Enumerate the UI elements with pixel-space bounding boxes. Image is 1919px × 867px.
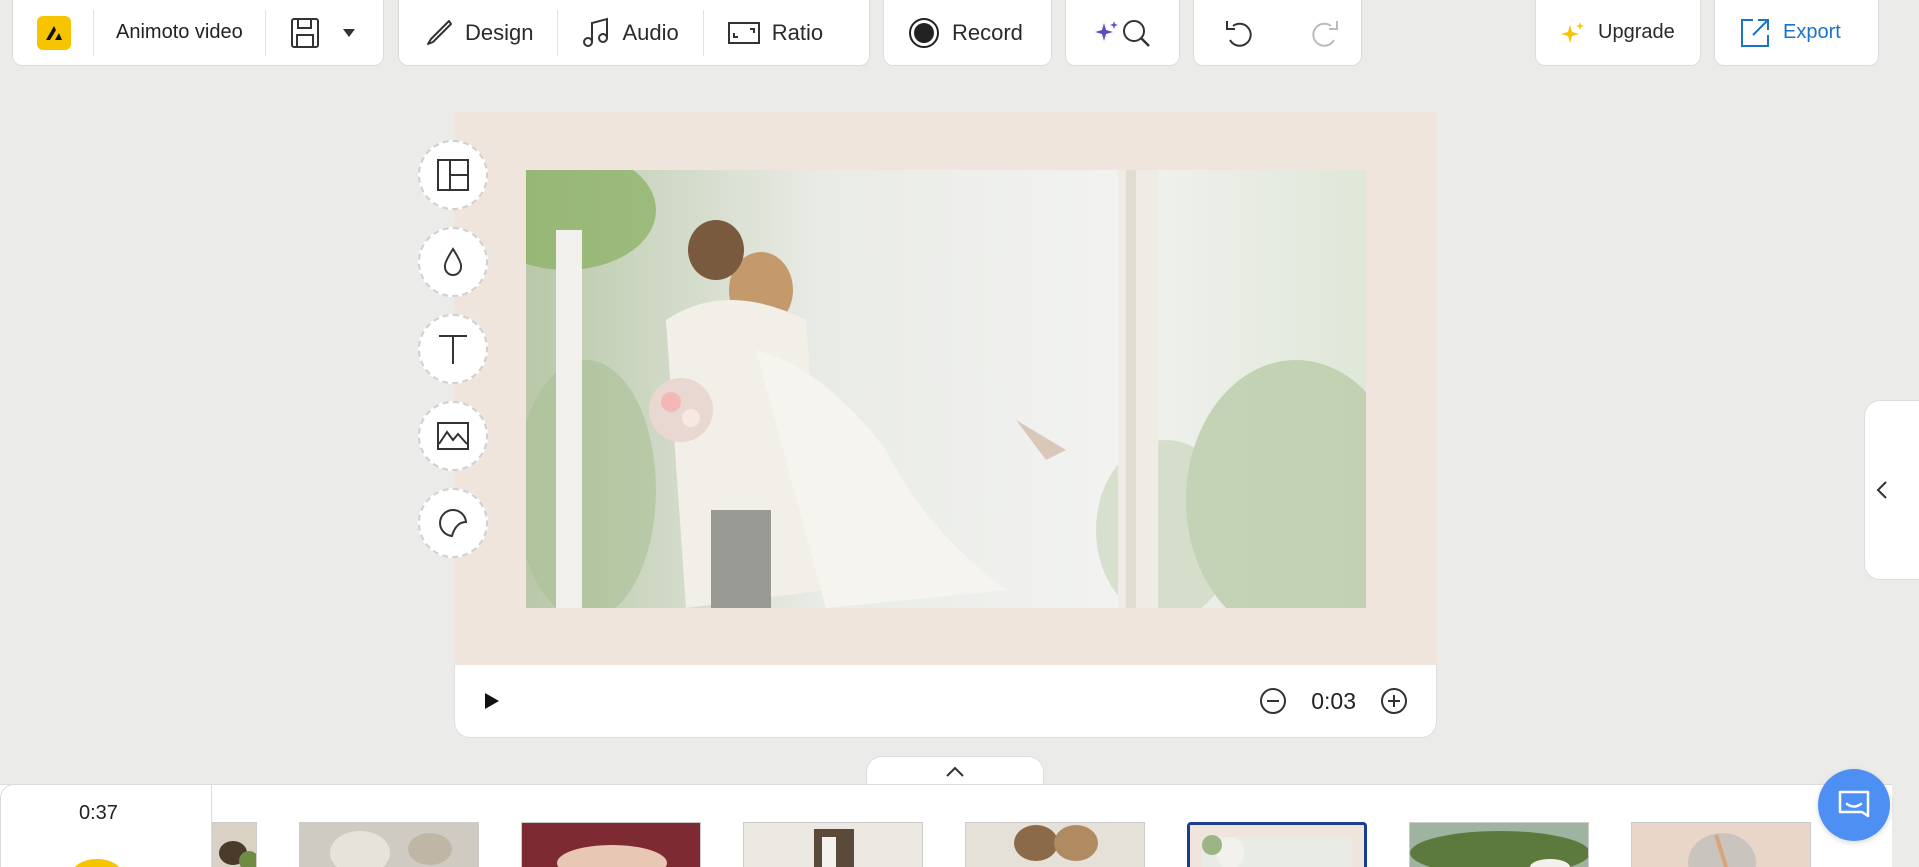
caret-down-icon[interactable]: [342, 28, 356, 38]
zoom-out-icon[interactable]: [1259, 687, 1287, 715]
brush-icon: [423, 18, 453, 48]
upgrade-button[interactable]: Upgrade: [1536, 0, 1699, 65]
playback-bar: 0:03: [454, 665, 1437, 738]
image-button[interactable]: [418, 401, 488, 471]
upgrade-label: Upgrade: [1598, 21, 1675, 43]
scene-photo[interactable]: [526, 170, 1366, 608]
project-title[interactable]: Animoto video: [94, 21, 265, 44]
timeline-thumbnail[interactable]: [743, 822, 923, 867]
animoto-logo-icon[interactable]: [37, 15, 71, 50]
zoom-in-icon[interactable]: [1380, 687, 1408, 715]
aspect-ratio-icon: [727, 21, 760, 44]
chat-icon: [1837, 789, 1871, 821]
export-button[interactable]: Export: [1715, 0, 1865, 65]
chevron-up-icon: [945, 766, 965, 778]
side-tool-rail: [418, 140, 488, 558]
design-button[interactable]: Design: [399, 0, 557, 65]
timeline-thumbnail-selected[interactable]: [1187, 822, 1367, 867]
sparkle-search-icon: [1092, 17, 1154, 49]
record-label: Record: [952, 19, 1023, 45]
record-icon: [908, 17, 940, 49]
ai-search-toolbar-group: [1065, 0, 1180, 66]
timeline-thumbnail[interactable]: [1631, 822, 1811, 867]
layout-icon: [437, 159, 469, 191]
sticker-icon: [438, 508, 468, 538]
timeline-thumbnail[interactable]: [1409, 822, 1589, 867]
total-duration: 0:37: [79, 802, 118, 824]
undo-button[interactable]: [1194, 0, 1282, 65]
save-button[interactable]: [266, 0, 380, 65]
record-toolbar-group: Record: [883, 0, 1052, 66]
sparkle-icon: [1560, 20, 1586, 46]
export-icon: [1739, 17, 1771, 49]
timeline-thumbnail[interactable]: [212, 822, 257, 867]
export-label: Export: [1783, 21, 1841, 43]
timeline-thumbnail[interactable]: [299, 822, 479, 867]
sticker-button[interactable]: [418, 488, 488, 558]
save-icon: [290, 17, 320, 49]
text-icon: [437, 333, 469, 365]
layout-button[interactable]: [418, 140, 488, 210]
timeline-thumbnail[interactable]: [965, 822, 1145, 867]
file-toolbar-group: Animoto video: [12, 0, 384, 66]
text-button[interactable]: [418, 314, 488, 384]
audio-label: Audio: [622, 19, 679, 45]
chevron-left-icon: [1876, 480, 1888, 500]
duration-control: 0:03: [1259, 687, 1408, 715]
edit-toolbar-group: Design Audio Ratio: [398, 0, 870, 66]
history-toolbar-group: [1193, 0, 1362, 66]
chat-support-button[interactable]: [1818, 769, 1890, 841]
record-button[interactable]: Record: [884, 0, 1047, 65]
total-duration-panel: 0:37: [0, 784, 212, 867]
ratio-button[interactable]: Ratio: [704, 0, 847, 65]
color-button[interactable]: [418, 227, 488, 297]
scene-duration: 0:03: [1311, 687, 1356, 714]
color-drop-icon: [442, 247, 464, 277]
redo-icon: [1312, 18, 1340, 48]
ratio-label: Ratio: [771, 19, 824, 45]
play-icon[interactable]: [483, 691, 501, 711]
export-toolbar-group: Export: [1714, 0, 1879, 66]
ai-search-button[interactable]: [1092, 0, 1154, 65]
right-panel-toggle[interactable]: [1864, 400, 1919, 580]
image-icon: [437, 422, 469, 450]
timeline-collapse-button[interactable]: [866, 756, 1044, 786]
timeline-thumbnail[interactable]: [521, 822, 701, 867]
music-note-icon: [582, 17, 610, 49]
redo-button[interactable]: [1282, 0, 1370, 65]
undo-icon: [1224, 18, 1252, 48]
design-label: Design: [465, 19, 534, 45]
upgrade-toolbar-group: Upgrade: [1535, 0, 1701, 66]
audio-button[interactable]: Audio: [558, 0, 702, 65]
timeline-strip: [0, 784, 1892, 867]
